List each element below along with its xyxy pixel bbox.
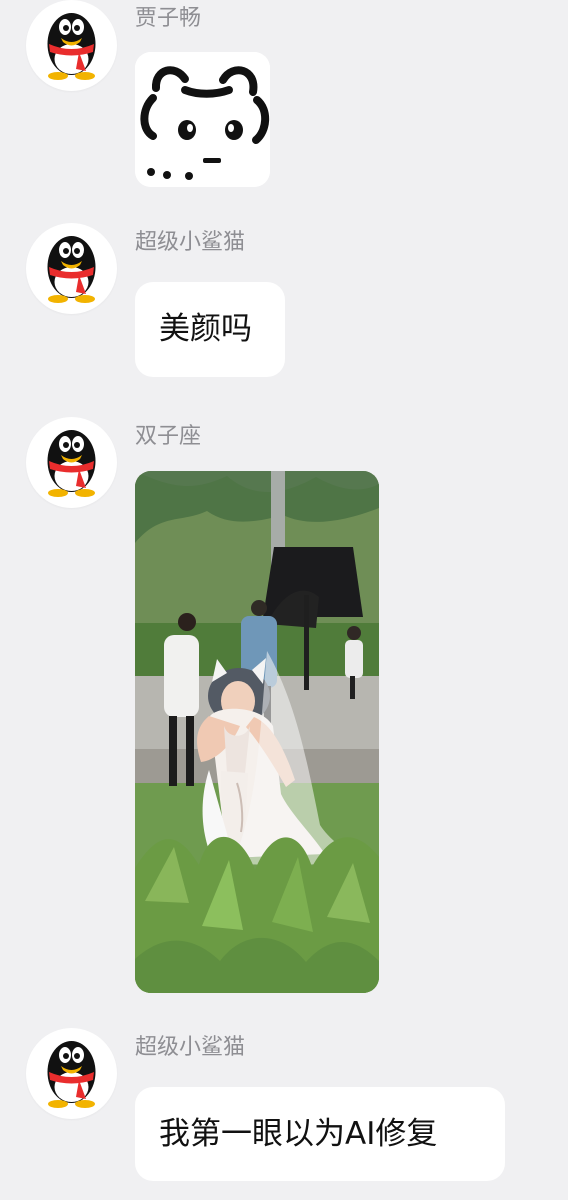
avatar[interactable]: [26, 1028, 117, 1119]
sender-name: 双子座: [135, 424, 202, 449]
message-image[interactable]: [135, 471, 379, 993]
outdoor-cosplay-photo-icon: [135, 471, 379, 993]
message-sticker[interactable]: [135, 52, 270, 187]
penguin-avatar-icon: [47, 1041, 96, 1108]
avatar[interactable]: [26, 0, 117, 91]
bear-face-sticker-icon: [135, 52, 270, 187]
avatar[interactable]: [26, 417, 117, 508]
penguin-avatar-icon: [47, 236, 96, 303]
avatar[interactable]: [26, 223, 117, 314]
penguin-avatar-icon: [47, 430, 96, 497]
sender-name: 超级小鲨猫: [135, 1035, 246, 1060]
message-bubble[interactable]: 我第一眼以为AI修复: [135, 1087, 505, 1181]
penguin-avatar-icon: [47, 13, 96, 80]
sender-name: 超级小鲨猫: [135, 230, 246, 255]
message-bubble[interactable]: 美颜吗: [135, 282, 285, 377]
sender-name: 贾子畅: [135, 6, 202, 31]
